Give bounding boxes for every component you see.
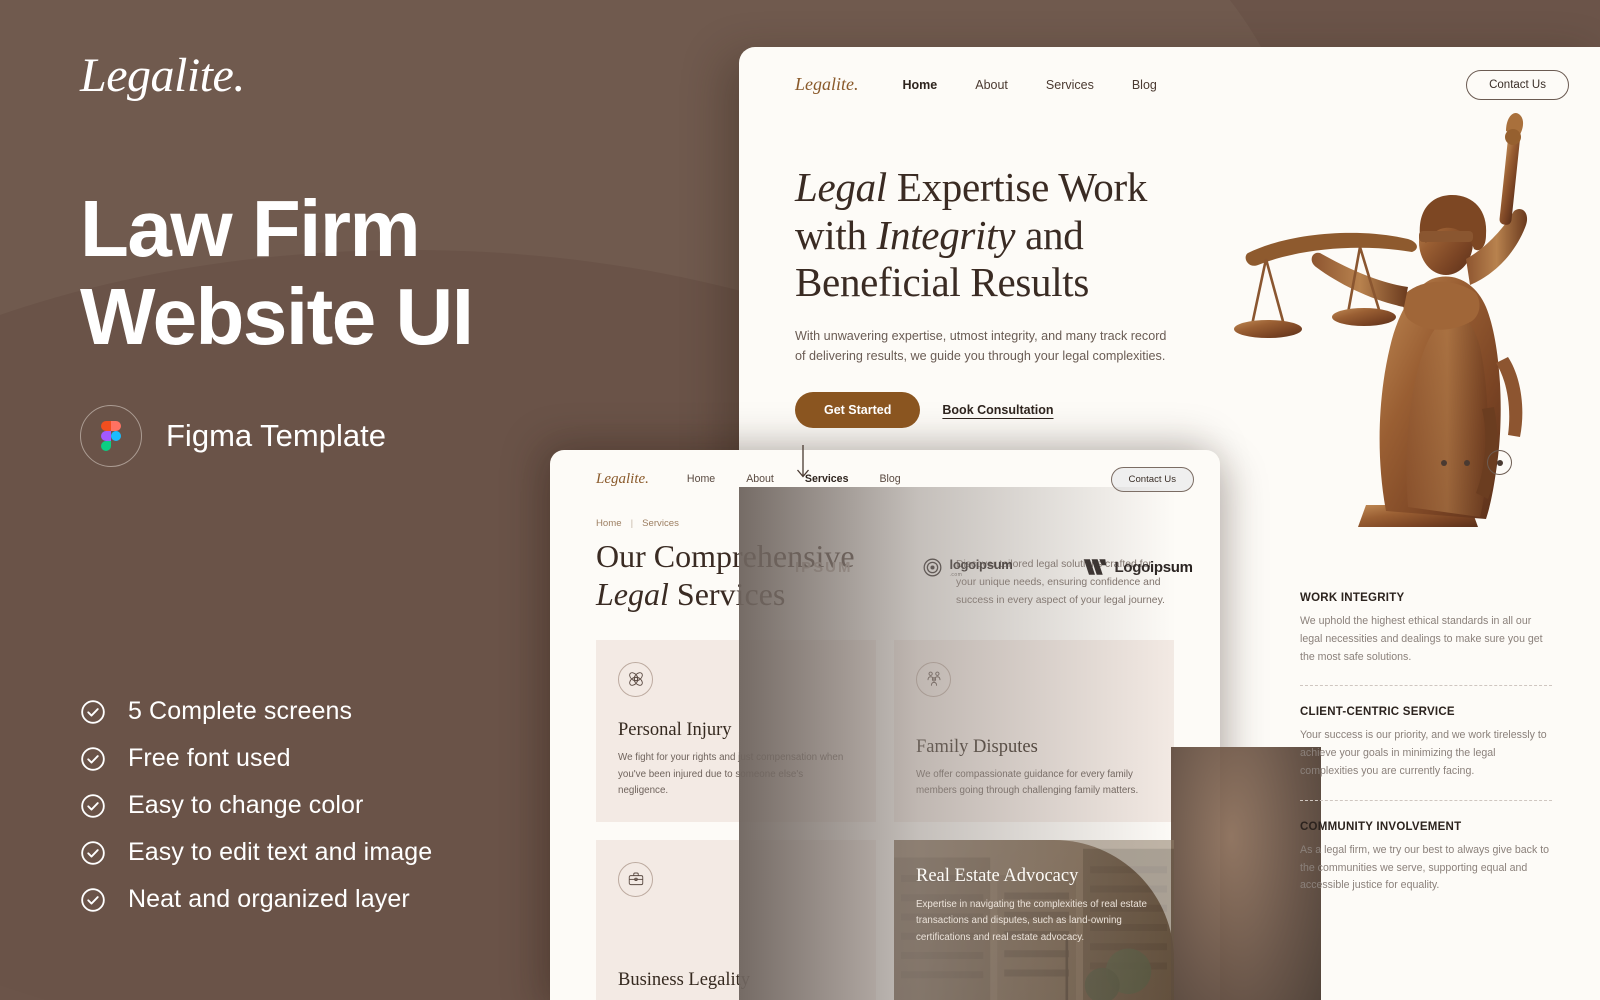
bandage-knot-icon [618,661,653,697]
get-started-button[interactable]: Get Started [795,392,921,429]
spiral-logo-icon [923,558,941,576]
hero-nav-links: Home About Services Blog [903,78,1157,92]
nav-link-blog[interactable]: Blog [1132,78,1157,92]
feature-label: Easy to change color [128,791,364,819]
value-block-title: WORK INTEGRITY [1300,592,1405,604]
hero-navbar: Legalite. Home About Services Blog Conta… [739,47,1600,122]
nav-link-services[interactable]: Services [1046,78,1094,92]
down-arrow-icon[interactable] [795,445,811,479]
value-block-body: As a legal firm, we try our best to alwa… [1300,843,1550,892]
feature-label: Neat and organized layer [128,885,410,913]
partner-logo-ghost: IPSUM [795,558,853,576]
promo-feature-list: 5 Complete screens Free font used Easy t… [80,688,432,923]
nav-link-home[interactable]: Home [903,78,938,92]
list-item: Easy to edit text and image [80,829,432,876]
hero-subtitle: With unwavering expertise, utmost integr… [795,328,1167,364]
value-block-body: Your success is our priority, and we wor… [1300,729,1547,777]
book-consultation-link[interactable]: Book Consultation [942,403,1053,417]
service-card-title: Real Estate Advocacy [916,865,1079,886]
promo-brand-wordmark: Legalite. [80,49,245,102]
promo-headline-line1: Law Firm [80,184,421,273]
breadcrumb-home[interactable]: Home [596,518,622,529]
services-card-grid: Personal Injury We fight for your rights… [596,639,1174,1000]
list-item: 5 Complete screens [80,688,432,735]
services-title-emphasis: Legal [596,576,669,613]
divider [1300,799,1552,801]
service-card-body: We fight for your rights and just compen… [618,752,844,797]
feature-label: Easy to edit text and image [128,838,433,866]
promo-headline: Law Firm Website UI [80,184,474,361]
carousel-dot-3-active[interactable] [1487,450,1512,475]
hero-title: Legal Expertise Work with Integrity and … [795,164,1215,307]
hero-nav-logo[interactable]: Legalite. [795,74,859,95]
nav-link-blog[interactable]: Blog [879,473,900,485]
nav-link-about[interactable]: About [975,78,1008,92]
chevrons-logo-icon [1083,559,1106,575]
promo-headline-line2: Website UI [80,272,474,361]
list-item: Free font used [80,735,432,782]
check-circle-icon [81,840,105,865]
value-block-client-centric: CLIENT-CENTRIC SERVICE Your success is o… [1300,706,1552,799]
value-block-work-integrity: WORK INTEGRITY We uphold the highest eth… [1300,592,1552,685]
list-item: Easy to change color [80,782,432,829]
partner-name: Logoipsum [1114,558,1193,576]
hero-cta-group: Get Started Book Consultation [795,392,1215,429]
breadcrumb-separator: | [630,518,634,529]
feature-label: Free font used [128,744,291,772]
services-navbar: Legalite. Home About Services Blog Conta… [550,450,1220,508]
service-card-personal-injury[interactable]: Personal Injury We fight for your rights… [596,639,876,822]
value-block-title: CLIENT-CENTRIC SERVICE [1300,706,1455,719]
check-circle-icon [81,887,105,912]
check-circle-icon [81,699,105,724]
family-group-icon [916,661,951,697]
service-card-family-disputes[interactable]: Family Disputes We offer compassionate g… [894,639,1174,822]
service-card-body: Expertise in navigating the complexities… [916,898,1147,943]
value-block-body: We uphold the highest ethical standards … [1300,615,1543,663]
service-card-business-legality[interactable]: Business Legality [596,839,876,1000]
carousel-dot-2[interactable] [1464,459,1470,466]
service-card-real-estate-advocacy[interactable]: Real Estate Advocacy Expertise in naviga… [894,839,1174,1000]
service-card-title: Family Disputes [916,736,1038,757]
contact-us-button[interactable]: Contact Us [1466,69,1569,100]
lady-justice-statue-image [1234,112,1528,527]
briefcase-icon [618,861,653,897]
figma-logo-icon [80,405,142,467]
figma-template-row: Figma Template [80,405,386,467]
nav-link-about[interactable]: About [746,473,774,485]
divider [1300,685,1552,687]
check-circle-icon [81,746,105,771]
partner-logoipsum-spiral: logoipsum .com [923,557,1013,578]
hero-carousel-dots[interactable] [1441,450,1512,475]
breadcrumb-current: Services [642,518,679,529]
value-blocks-column: WORK INTEGRITY We uphold the highest eth… [1300,592,1552,914]
services-nav-logo[interactable]: Legalite. [596,471,649,488]
partner-logoipsum-chevrons: Logoipsum [1083,558,1193,576]
list-item: Neat and organized layer [80,876,432,923]
service-card-body: We offer compassionate guidance for ever… [916,768,1139,797]
hero-title-emphasis-2: Integrity [876,211,1016,258]
check-circle-icon [81,793,105,818]
service-card-title: Personal Injury [618,720,732,741]
service-card-title: Business Legality [618,969,751,990]
figma-template-label: Figma Template [166,418,386,453]
feature-label: 5 Complete screens [128,697,353,725]
partner-name: logoipsum [949,556,1013,572]
nav-link-services[interactable]: Services [805,473,849,485]
contact-us-button[interactable]: Contact Us [1110,466,1194,492]
nav-link-home[interactable]: Home [687,473,715,485]
featured-card-content: Real Estate Advocacy Expertise in naviga… [916,866,1152,946]
partner-subtext: .com [949,571,963,578]
value-block-title: COMMUNITY INVOLVEMENT [1300,820,1462,833]
hero-secondary-photo [1171,747,1321,1000]
value-block-community: COMMUNITY INVOLVEMENT As a legal firm, w… [1300,821,1552,914]
carousel-dot-1[interactable] [1441,459,1447,466]
hero-title-emphasis-1: Legal [795,164,887,210]
services-nav-links: Home About Services Blog [687,473,901,485]
hero-copy: Legal Expertise Work with Integrity and … [795,164,1215,429]
